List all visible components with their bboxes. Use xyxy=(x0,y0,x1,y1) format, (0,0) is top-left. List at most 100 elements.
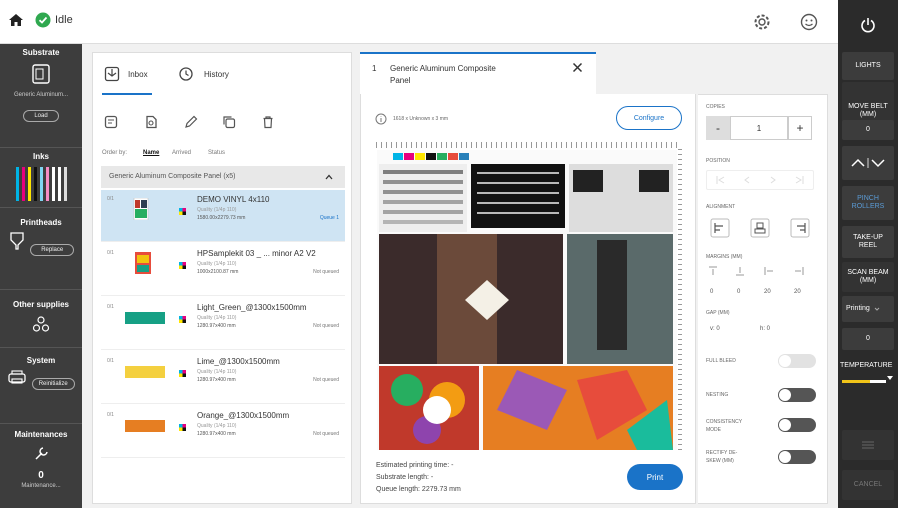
queue-group-header[interactable]: Generic Aluminum Composite Panel (x5) xyxy=(101,166,345,188)
cmyk-icon xyxy=(179,262,186,269)
group-name: Generic Aluminum Composite Panel (x5) xyxy=(109,173,236,180)
job-index: 0/1 xyxy=(107,196,114,202)
toggle-knob xyxy=(779,451,791,463)
duplicate-icon[interactable] xyxy=(222,115,236,129)
job-index: 0/1 xyxy=(107,304,114,310)
info-icon[interactable] xyxy=(375,113,387,125)
copies-decrement-button[interactable]: - xyxy=(706,116,730,140)
chevron-up-icon[interactable] xyxy=(325,173,333,181)
close-icon[interactable] xyxy=(572,62,583,73)
margins-label: MARGINS (MM) xyxy=(706,254,743,260)
position-controls[interactable] xyxy=(706,170,814,190)
job-item[interactable]: 0/1 Light_Green_@1300x1500mm Quality (1/… xyxy=(101,298,345,350)
take-up-reel-button[interactable]: TAKE-UP REEL xyxy=(842,226,894,258)
scan-beam-input[interactable]: 0 xyxy=(842,328,894,350)
user-smiley-icon[interactable] xyxy=(800,13,818,31)
move-belt-arrows[interactable] xyxy=(842,146,894,180)
system-title: System xyxy=(26,356,56,365)
job-item[interactable]: 0/1 DEMO VINYL 4x110 Quality (1/4p 110) … xyxy=(101,190,345,242)
job-tab-title-2: Panel xyxy=(390,76,411,85)
job-item[interactable]: 0/1 Orange_@1300x1500mm Quality (1/4p 11… xyxy=(101,406,345,458)
job-thumbnail xyxy=(125,366,165,378)
load-button[interactable]: Load xyxy=(23,110,59,122)
lights-button[interactable]: LIGHTS xyxy=(842,52,894,80)
vertical-ruler xyxy=(678,148,682,450)
rectify-label: RECTIFY DE- xyxy=(706,450,738,456)
configure-button[interactable]: Configure xyxy=(616,106,682,130)
pinch-rollers-button[interactable]: PINCH ROLLERS xyxy=(842,186,894,220)
copies-input[interactable]: 1 xyxy=(730,116,788,140)
print-preview[interactable] xyxy=(377,150,677,450)
job-dimensions: 1618 x Unknown x 3 mm xyxy=(393,116,449,122)
other-supplies-title: Other supplies xyxy=(12,300,69,309)
order-status[interactable]: Status xyxy=(208,150,225,156)
home-icon[interactable] xyxy=(8,12,24,28)
ink-levels xyxy=(0,167,82,201)
edit-pencil-icon[interactable] xyxy=(184,115,198,129)
temperature-marker-icon xyxy=(887,376,893,380)
consistency-label: CONSISTENCY xyxy=(706,419,743,425)
cancel-button[interactable]: CANCEL xyxy=(842,470,894,500)
left-sidebar: Substrate Generic Aluminum... Load Inks … xyxy=(0,44,82,508)
cmyk-icon xyxy=(179,208,186,215)
margin-left-value[interactable]: 20 xyxy=(764,289,771,295)
job-item[interactable]: 0/1 HPSamplekit 03 _ ... minor A2 V2 Qua… xyxy=(101,244,345,296)
job-size: 1280.97x400 mm xyxy=(197,431,236,437)
order-name[interactable]: Name xyxy=(143,150,159,156)
horizontal-ruler xyxy=(376,142,681,148)
move-belt-input[interactable]: 0 xyxy=(842,120,894,140)
order-arrived[interactable]: Arrived xyxy=(172,150,191,156)
power-icon xyxy=(861,18,875,33)
job-status: Not queued xyxy=(313,431,339,437)
printer-icon xyxy=(8,370,26,384)
gap-vertical[interactable]: v: 0 xyxy=(710,326,720,332)
align-right-icon[interactable] xyxy=(790,218,810,238)
job-tab[interactable]: 1 Generic Aluminum Composite Panel xyxy=(360,52,596,94)
scan-beam-unit: (MM) xyxy=(859,277,877,284)
align-left-icon[interactable] xyxy=(710,218,730,238)
job-name: Light_Green_@1300x1500mm xyxy=(197,303,307,312)
tab-inbox[interactable]: Inbox xyxy=(128,70,148,79)
margin-bottom-icon xyxy=(736,267,744,276)
job-status: Queue 1 xyxy=(319,215,339,221)
delete-trash-icon[interactable] xyxy=(261,115,275,129)
position-left-icon[interactable] xyxy=(715,175,725,185)
disabled-control xyxy=(842,430,894,460)
copies-increment-button[interactable]: + xyxy=(788,116,812,140)
printheads-title: Printheads xyxy=(20,218,62,227)
job-size: 1280.97x400 mm xyxy=(197,323,236,329)
tab-history[interactable]: History xyxy=(204,70,229,79)
copies-label: COPIES xyxy=(706,104,725,110)
right-sidebar: LIGHTS MOVE BELT (MM) 0 PINCH ROLLERS TA… xyxy=(838,0,898,508)
takeup-label: TAKE-UP xyxy=(853,233,883,241)
settings-gear-icon[interactable] xyxy=(753,13,771,31)
printheads-section: Printheads Replace xyxy=(0,208,82,290)
rectify-deskew-toggle[interactable] xyxy=(778,450,816,464)
full-bleed-toggle[interactable] xyxy=(778,354,816,368)
margin-top-value[interactable]: 0 xyxy=(710,289,713,295)
position-center-left-icon[interactable] xyxy=(742,175,752,185)
job-quality: Quality (1/4p 110) xyxy=(197,207,237,213)
printing-dropdown[interactable]: Printing xyxy=(842,296,894,322)
replace-button[interactable]: Replace xyxy=(30,244,75,256)
ink-bar xyxy=(15,167,19,201)
add-job-icon[interactable] xyxy=(104,115,118,129)
gap-horizontal[interactable]: h: 0 xyxy=(760,326,770,332)
nesting-toggle[interactable] xyxy=(778,388,816,402)
maintenance-link[interactable]: Maintenance... xyxy=(0,483,82,489)
up-down-arrows-icon[interactable] xyxy=(848,156,888,170)
rectify-label-2: SKEW (MM) xyxy=(706,458,734,464)
job-item[interactable]: 0/1 Lime_@1300x1500mm Quality (1/4p 110)… xyxy=(101,352,345,404)
margin-right-value[interactable]: 20 xyxy=(794,289,801,295)
print-button[interactable]: Print xyxy=(627,464,683,490)
power-button[interactable] xyxy=(842,6,894,44)
consistency-mode-toggle[interactable] xyxy=(778,418,816,432)
position-right-icon[interactable] xyxy=(795,175,805,185)
reinitialize-button[interactable]: Reinitialize xyxy=(31,378,75,390)
job-properties-icon[interactable] xyxy=(144,115,158,129)
pinch-label: PINCH xyxy=(857,194,879,202)
align-center-icon[interactable] xyxy=(750,218,770,238)
position-center-right-icon[interactable] xyxy=(768,175,778,185)
margin-bottom-value[interactable]: 0 xyxy=(737,289,740,295)
substrate-name: Generic Aluminum... xyxy=(13,92,69,98)
